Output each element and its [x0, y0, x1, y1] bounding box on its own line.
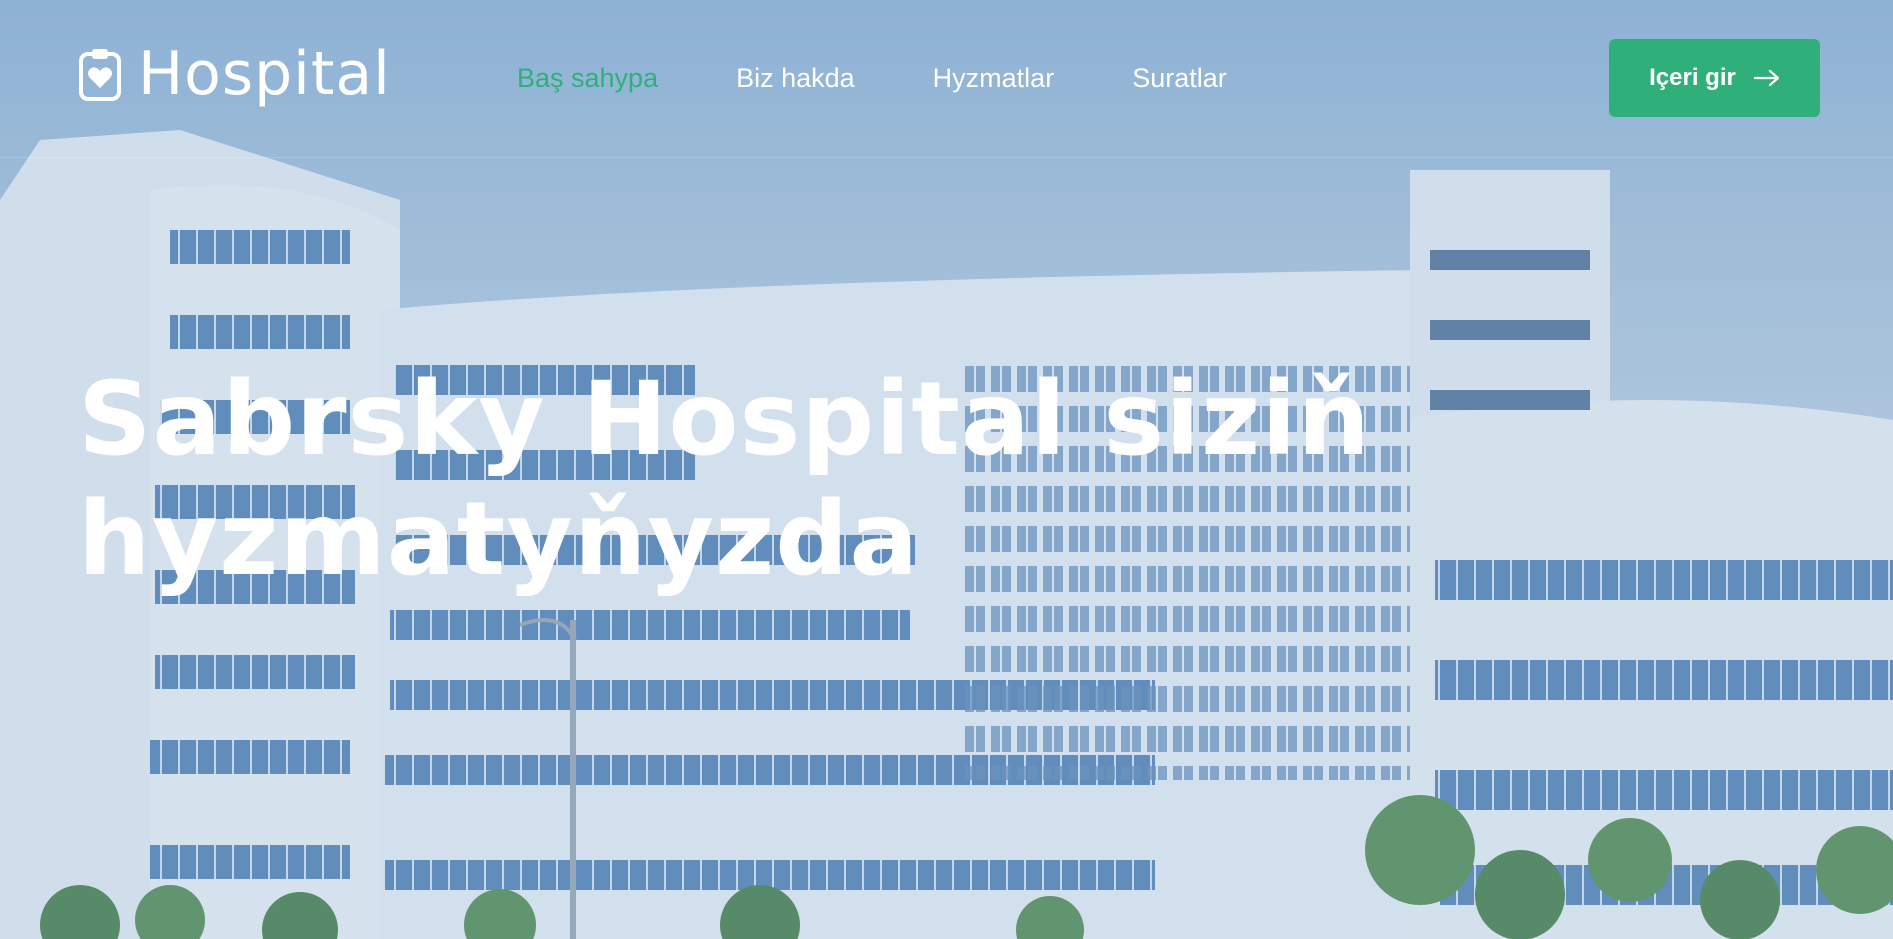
- nav-item-gallery[interactable]: Suratlar: [1132, 60, 1227, 96]
- hero-title: Sabrsky Hospital siziň hyzmatyňyzda: [78, 360, 1371, 599]
- arrow-right-icon: [1753, 69, 1779, 87]
- nav-item-home[interactable]: Baş sahypa: [517, 60, 658, 96]
- main-nav: Baş sahypa Biz hakda Hyzmatlar Suratlar: [517, 60, 1305, 96]
- site-header: Hospital Baş sahypa Biz hakda Hyzmatlar …: [0, 0, 1893, 158]
- nav-item-about[interactable]: Biz hakda: [736, 60, 855, 96]
- nav-item-services[interactable]: Hyzmatlar: [933, 60, 1055, 96]
- logo[interactable]: Hospital: [78, 44, 391, 104]
- login-button-label: Içeri gir: [1649, 64, 1736, 91]
- logo-text: Hospital: [138, 39, 391, 109]
- login-button[interactable]: Içeri gir: [1609, 39, 1820, 117]
- clipboard-heart-icon: [79, 49, 121, 101]
